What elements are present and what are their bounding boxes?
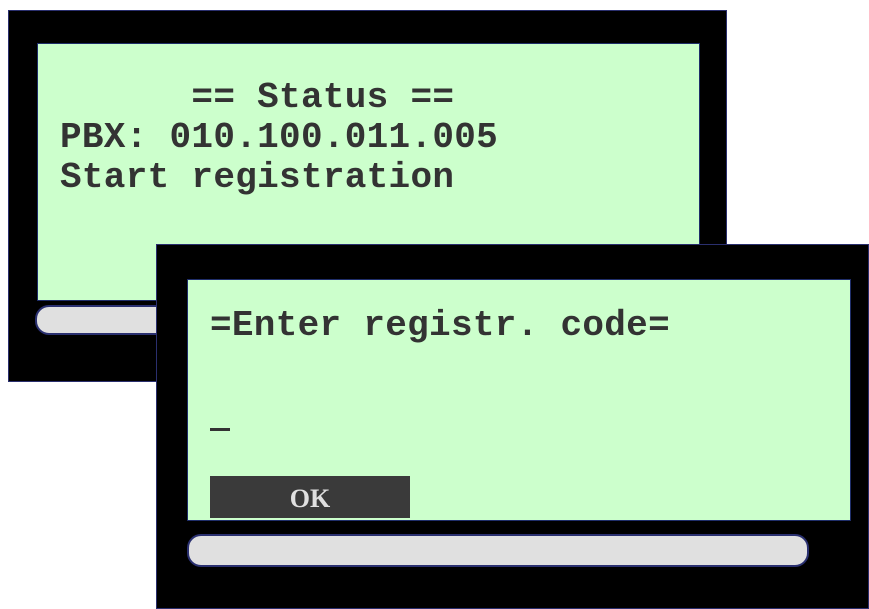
registration-device-frame: =Enter registr. code= OK: [156, 244, 869, 609]
registration-lcd-screen: =Enter registr. code= OK: [187, 279, 851, 521]
ok-button[interactable]: OK: [210, 476, 410, 518]
registration-soft-key-bar[interactable]: [187, 534, 809, 567]
status-message: Start registration: [60, 157, 455, 198]
text-cursor: [210, 428, 230, 431]
pbx-address-line: PBX: 010.100.011.005: [60, 117, 499, 158]
status-title: == Status ==: [60, 77, 455, 118]
registration-dialog-title: =Enter registr. code=: [210, 305, 670, 346]
